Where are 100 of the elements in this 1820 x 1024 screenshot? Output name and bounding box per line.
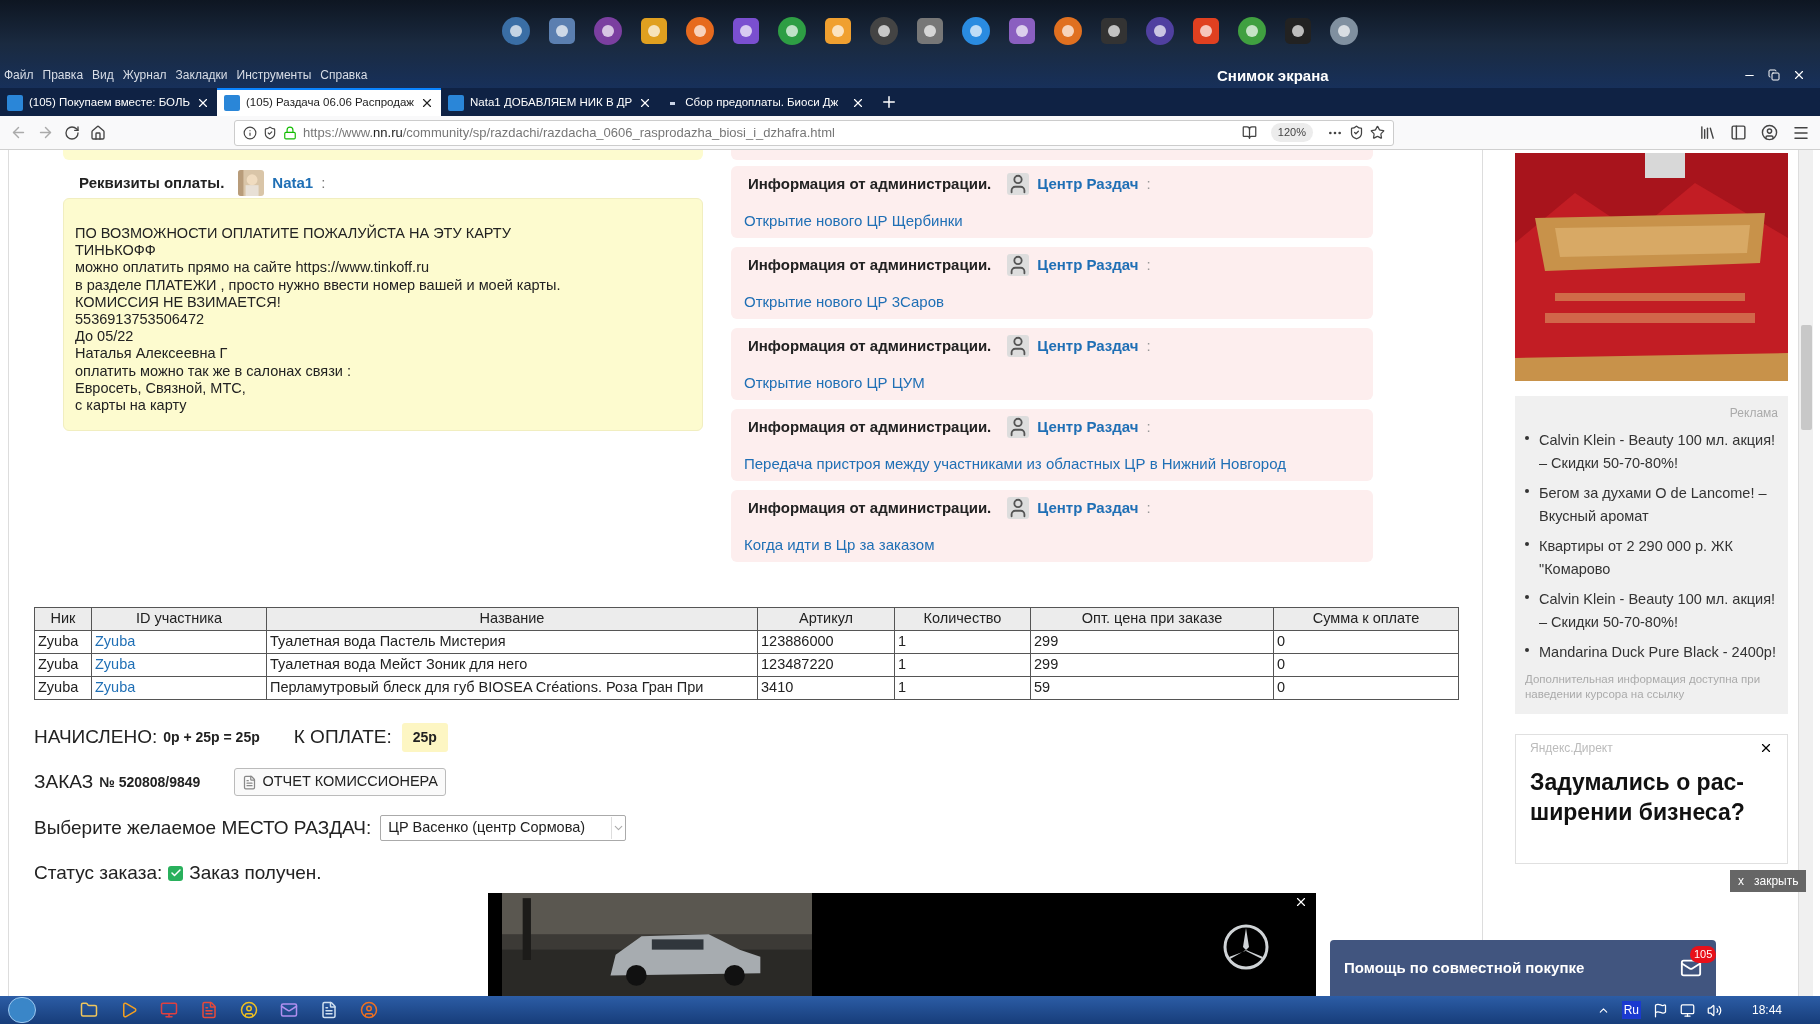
payment-line: КОМИССИЯ НЕ ВЗИМАЕТСЯ! <box>75 293 282 311</box>
menu-item[interactable]: Закладки <box>175 66 228 84</box>
flag-icon[interactable] <box>1652 1002 1668 1018</box>
close-icon[interactable] <box>1294 895 1308 909</box>
menu-item[interactable]: Вид <box>92 66 114 84</box>
account-icon[interactable] <box>1761 124 1778 141</box>
site-icon <box>224 95 241 111</box>
ad-link[interactable]: Mandarina Duck Pure Black - 2400р! <box>1539 641 1776 664</box>
volume-icon[interactable] <box>1706 1002 1722 1018</box>
app-icon[interactable] <box>546 15 578 47</box>
restore-icon[interactable] <box>1768 69 1780 81</box>
clock[interactable]: 18:44 <box>1751 1001 1782 1019</box>
user-link[interactable]: Zyuba <box>91 676 267 700</box>
app-icon[interactable] <box>1006 15 1038 47</box>
app-icon[interactable] <box>960 15 992 47</box>
user-link[interactable]: Zyuba <box>91 630 267 654</box>
address-bar[interactable]: https://www.nn.ru/community/sp/razdachi/razdacha_0606_rasprodazha_biosi_i_dzhafra.html 120% <box>234 119 1394 146</box>
menu-item[interactable]: Инструменты <box>236 66 312 84</box>
post-link[interactable]: Когда идти в Цр за заказом <box>744 534 1360 557</box>
column-header: Сумма к оплате <box>1273 607 1459 631</box>
ad-link[interactable]: Calvin Klein - Beauty 100 мл. акция! – Скидки 50-70-80%! <box>1539 429 1778 475</box>
table-cell: 0 <box>1273 653 1459 677</box>
app-icon[interactable] <box>1052 15 1084 47</box>
report-button[interactable]: ОТЧЕТ КОМИССИОНЕРА <box>234 768 446 796</box>
payment-line: оплатить можно так же в салонах связи : <box>75 362 352 380</box>
post-link[interactable]: Открытие нового ЦР 3Саров <box>744 291 1360 314</box>
app-icon[interactable] <box>822 15 854 47</box>
folder-icon[interactable] <box>80 1001 98 1019</box>
network-icon[interactable] <box>1679 1002 1695 1018</box>
table-cell: Zyuba <box>34 630 92 654</box>
library-icon[interactable] <box>1699 124 1716 141</box>
browser-tab[interactable]: (105) Покупаем вместе: БОЛЬ <box>0 88 218 116</box>
app-icon[interactable] <box>638 15 670 47</box>
payment-line: 5536913753506472 <box>75 311 206 329</box>
zoom-level[interactable]: 120% <box>1270 123 1313 142</box>
help-title: Помощь по совместной покупке <box>1344 957 1585 978</box>
column-header: Количество <box>894 607 1031 631</box>
start-button[interactable] <box>8 997 36 1023</box>
close-ad-button[interactable]: x закрыть <box>1730 870 1806 892</box>
menu-item[interactable]: Журнал <box>122 66 167 84</box>
author-link[interactable]: Центр Раздач <box>1037 172 1139 196</box>
post-title: Информация от администрации. <box>748 497 992 518</box>
close-icon[interactable] <box>1759 741 1773 755</box>
app-icon[interactable] <box>500 15 532 47</box>
help-widget[interactable]: Помощь по совместной покупке 105 <box>1330 940 1716 996</box>
language-indicator[interactable]: Ru <box>1621 1001 1641 1019</box>
app-icon[interactable] <box>1098 15 1130 47</box>
ad-link[interactable]: Квартиры от 2 290 000 р. ЖК "Комарово <box>1539 535 1778 581</box>
separator-text: : <box>321 172 326 193</box>
close-icon[interactable] <box>1792 68 1806 82</box>
app-icon[interactable] <box>730 15 762 47</box>
notepad-icon[interactable] <box>320 1001 338 1019</box>
user-link[interactable]: Zyuba <box>91 653 267 677</box>
app-icon[interactable] <box>592 15 624 47</box>
column-header: Опт. цена при заказе <box>1030 607 1274 631</box>
app-icon[interactable] <box>914 15 946 47</box>
reload-icon[interactable] <box>64 124 80 141</box>
ad-link[interactable]: Calvin Klein - Beauty 100 мл. акция! – Скидки 50-70-80%! <box>1539 588 1778 634</box>
author-link[interactable]: Центр Раздач <box>1037 253 1139 277</box>
app-icon[interactable] <box>868 15 900 47</box>
ad-headline[interactable]: Задумались о рас- ширении бизнеса? <box>1530 767 1773 827</box>
bookmark-icon[interactable] <box>1370 125 1385 140</box>
browser-tab[interactable]: (105) Раздача 06.06 Распродаж <box>217 88 442 116</box>
home-icon[interactable] <box>90 124 106 141</box>
document-icon[interactable] <box>200 1001 218 1019</box>
bullet-icon <box>1525 489 1529 493</box>
payment-title: Реквизиты оплаты. <box>79 172 225 193</box>
star-logo-icon <box>1222 923 1270 971</box>
post-link[interactable]: Открытие нового ЦР Щербинки <box>744 210 1360 233</box>
avatar-icon <box>1007 335 1030 357</box>
post-link[interactable]: Открытие нового ЦР ЦУМ <box>744 372 1360 395</box>
author-link[interactable]: Центр Раздач <box>1037 496 1139 520</box>
browser-tab[interactable]: Сбор предоплаты. Биоси Дж <box>659 88 873 116</box>
post-link[interactable]: Передача пристроя между участниками из областных ЦР в Нижний Новгород <box>744 453 1360 476</box>
author-link[interactable]: Центр Раздач <box>1037 334 1139 358</box>
app-icon[interactable] <box>776 15 808 47</box>
sidebar-icon[interactable] <box>1730 124 1747 141</box>
author-link[interactable]: Nata1 <box>272 171 314 195</box>
app-icon[interactable] <box>1328 15 1360 47</box>
app-icon[interactable] <box>1190 15 1222 47</box>
scrollbar[interactable] <box>1798 150 1813 996</box>
payment-line: ПО ВОЗМОЖНОСТИ ОПЛАТИТЕ ПОЖАЛУЙСТА НА ЭТУ КАРТУ <box>75 225 512 243</box>
app-icon[interactable] <box>1282 15 1314 47</box>
menu-item[interactable]: Правка <box>42 66 84 84</box>
app-icon[interactable] <box>1144 15 1176 47</box>
ad-link[interactable]: Бегом за духами O de Lancome! – Вкусный аромат <box>1539 482 1778 528</box>
lock-icon <box>283 125 297 140</box>
bullet-icon <box>1525 595 1529 599</box>
author-link[interactable]: Центр Раздач <box>1037 415 1139 439</box>
app-icon[interactable] <box>1236 15 1268 47</box>
bullet-icon <box>1525 542 1529 546</box>
table-cell: Zyuba <box>34 653 92 677</box>
menu-item[interactable]: Файл <box>4 66 34 84</box>
place-select[interactable]: ЦР Васенко (центр Сормова) <box>380 815 627 841</box>
menu-item[interactable]: Справка <box>320 66 368 84</box>
browser-tab[interactable]: Nata1 ДОБАВЛЯЕМ НИК В ДР <box>441 88 660 116</box>
app-icon[interactable] <box>684 15 716 47</box>
payment-line: ТИНЬКОФФ <box>75 242 157 260</box>
reader-icon[interactable] <box>1241 125 1257 140</box>
media-player-icon[interactable] <box>120 1001 138 1019</box>
